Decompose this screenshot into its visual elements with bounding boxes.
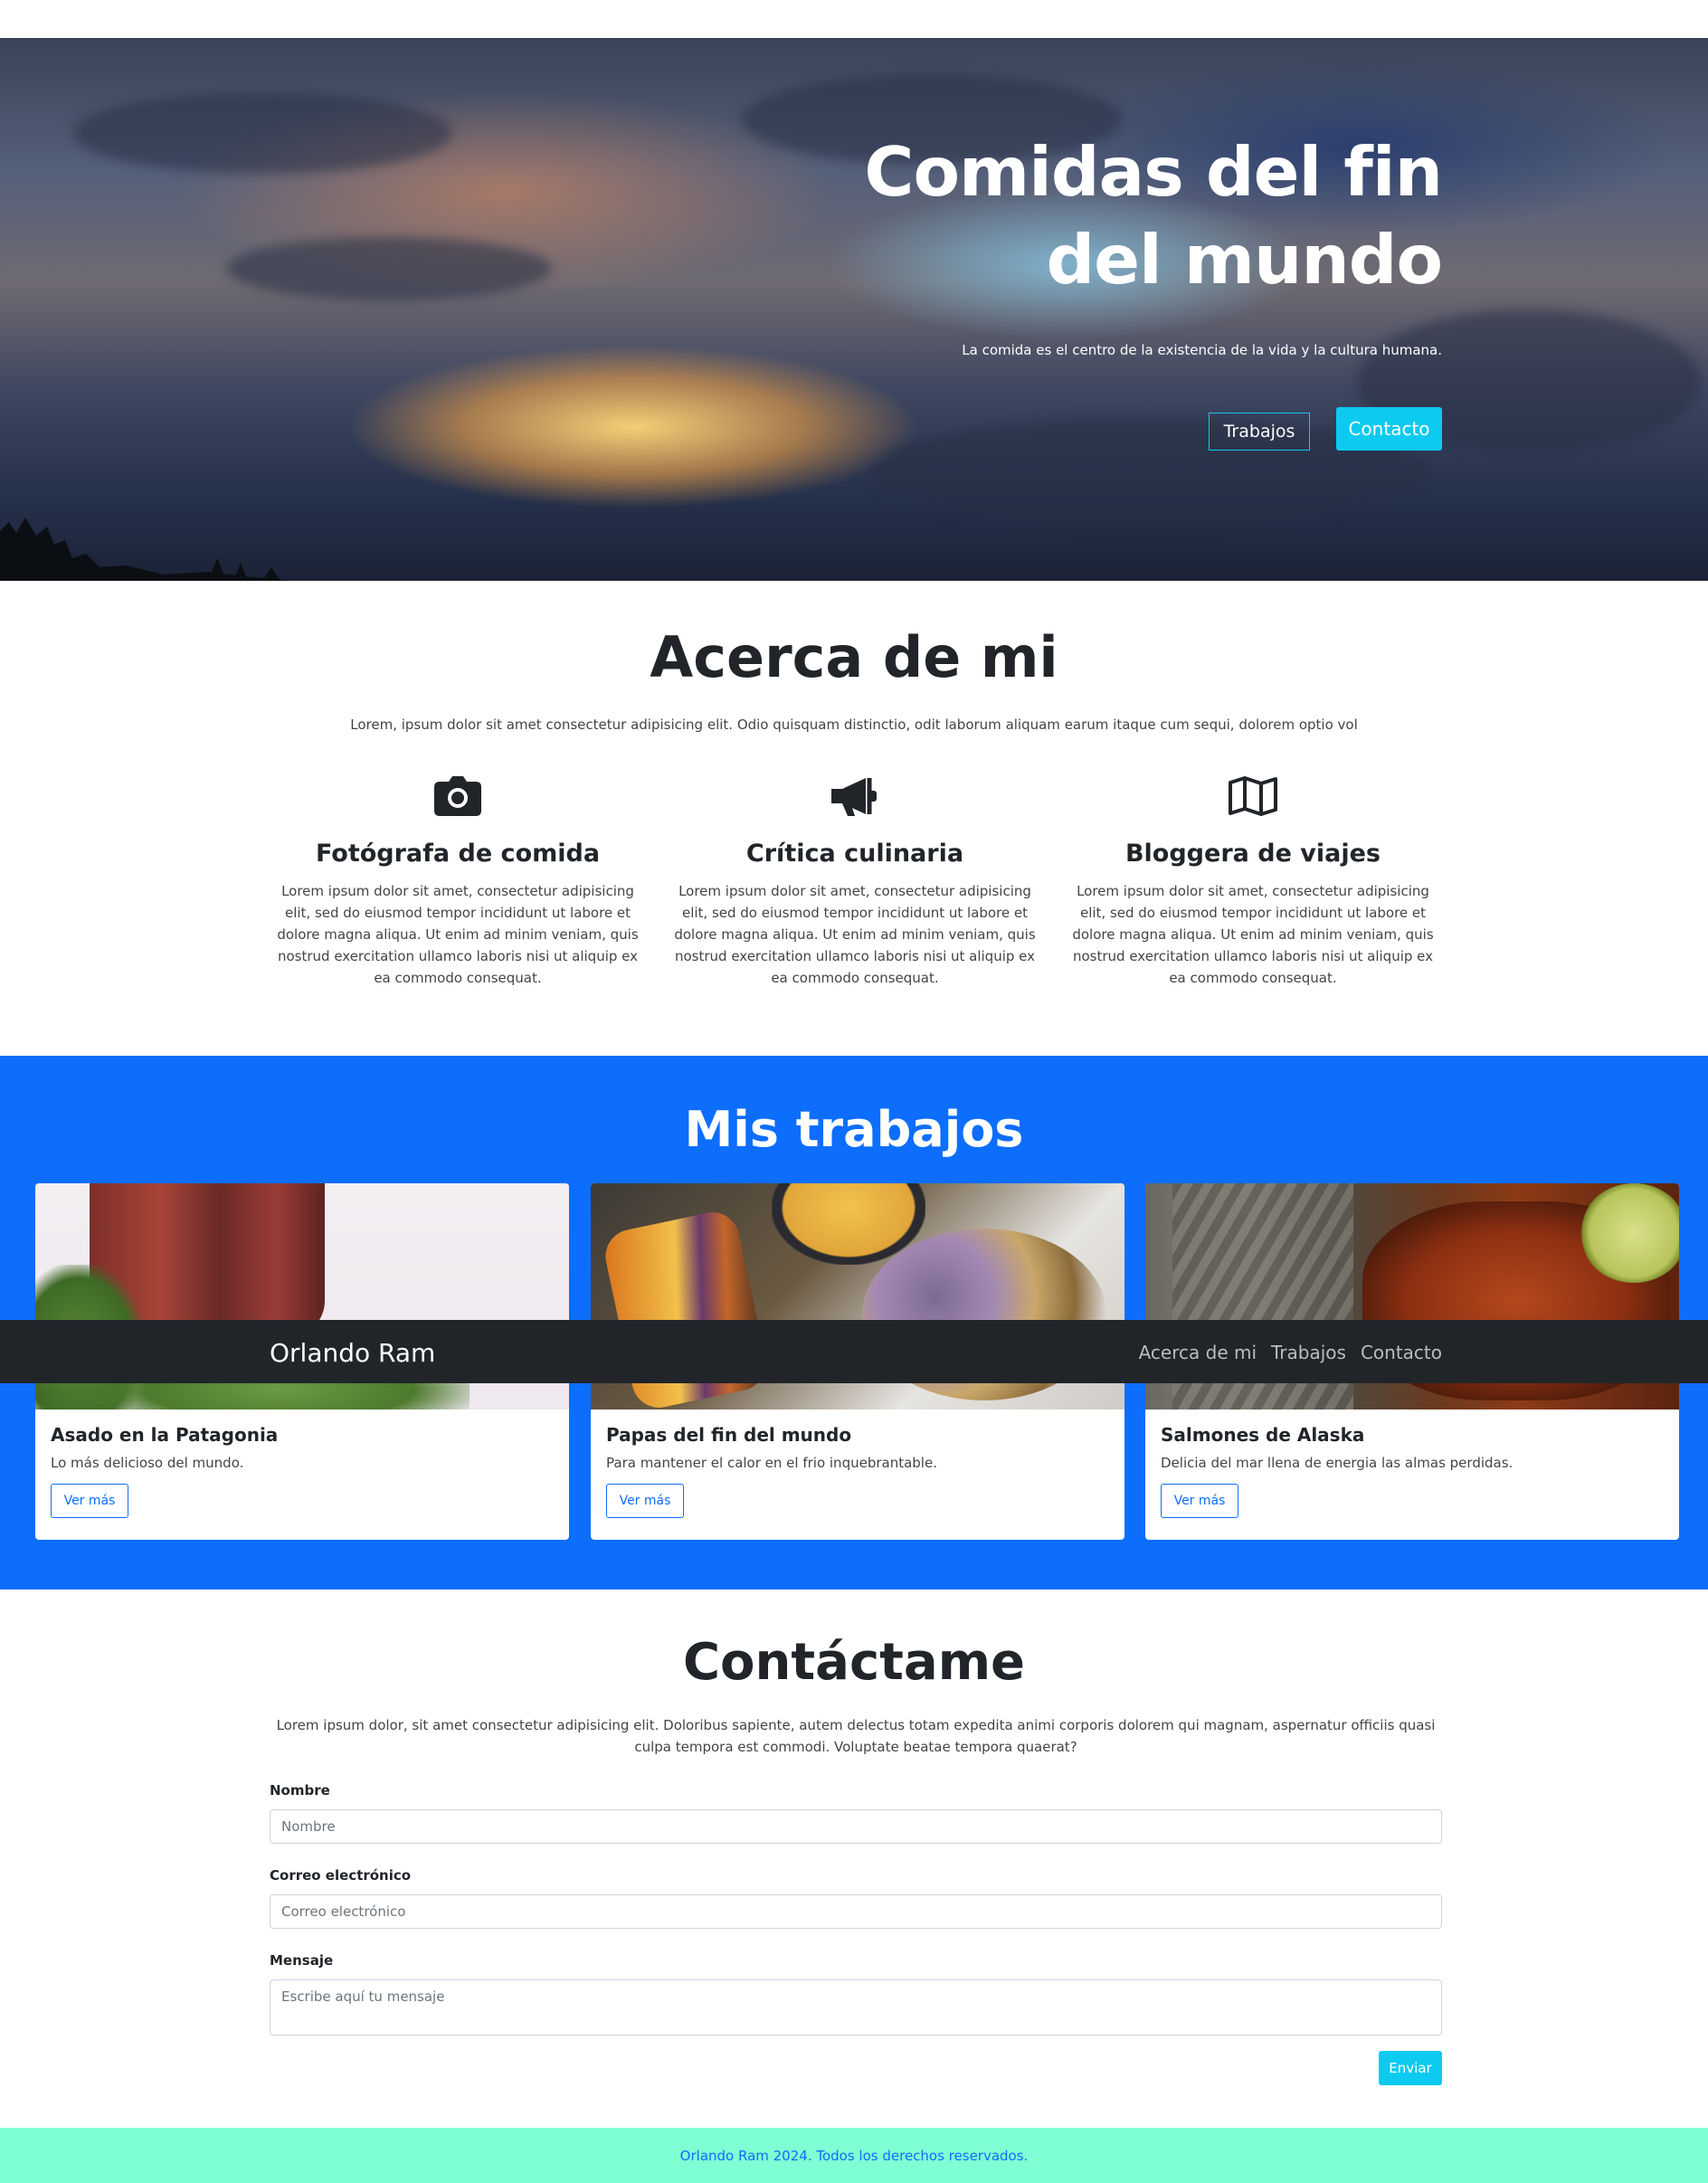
about-column-photographer: Fotógrafa de comida Lorem ipsum dolor si… (268, 769, 648, 989)
work-card-text: Lo más delicioso del mundo. (51, 1455, 244, 1471)
navbar: Orlando Ram Acerca de mi Trabajos Contac… (0, 1320, 1708, 1383)
about-column-title: Crítica culinaria (745, 840, 964, 868)
about-column-title: Bloggera de viajes (1124, 840, 1381, 868)
map-icon (1063, 769, 1443, 823)
about-column-text: Lorem ipsum dolor sit amet, consectetur … (1072, 883, 1434, 986)
hero-cloud (72, 92, 452, 174)
contact-title: Contáctame (682, 1633, 1026, 1692)
trees-silhouette (0, 517, 289, 581)
about-column-critic: Crítica culinaria Lorem ipsum dolor sit … (665, 769, 1045, 989)
hero-cloud (226, 237, 552, 300)
nav-links: Acerca de mi Trabajos Contacto (1139, 1342, 1442, 1363)
work-card-text: Para mantener el calor en el frio inqueb… (606, 1455, 937, 1471)
about-title: Acerca de mi (650, 624, 1058, 690)
about-column-text: Lorem ipsum dolor sit amet, consectetur … (674, 883, 1036, 986)
nav-link-contact[interactable]: Contacto (1361, 1342, 1442, 1363)
navbar-brand[interactable]: Orlando Ram (270, 1338, 435, 1368)
hero-title-line2: del mundo (1046, 220, 1443, 299)
footer: Orlando Ram 2024. Todos los derechos res… (0, 2128, 1708, 2183)
email-input[interactable]: Correo electrónico (270, 1894, 1442, 1929)
footer-text: Orlando Ram 2024. Todos los derechos res… (679, 2147, 1029, 2164)
about-column-travel: Bloggera de viajes Lorem ipsum dolor sit… (1063, 769, 1443, 989)
email-label: Correo electrónico (270, 1867, 412, 1884)
see-more-button[interactable]: Ver más (1161, 1484, 1238, 1518)
camera-icon (268, 769, 648, 823)
message-label: Mensaje (270, 1952, 334, 1969)
name-input[interactable]: Nombre (270, 1809, 1442, 1844)
about-column-title: Fotógrafa de comida (315, 840, 601, 868)
work-card-title: Asado en la Patagonia (51, 1424, 279, 1446)
hero-section: Comidas del fin del mundo La comida es e… (0, 38, 1708, 581)
nav-link-about[interactable]: Acerca de mi (1139, 1342, 1257, 1363)
works-button[interactable]: Trabajos (1209, 413, 1310, 451)
work-card-text: Delicia del mar llena de energia las alm… (1161, 1455, 1513, 1471)
name-label: Nombre (270, 1782, 330, 1799)
contact-button[interactable]: Contacto (1336, 407, 1442, 451)
works-title: Mis trabajos (684, 1101, 1024, 1158)
nav-link-works[interactable]: Trabajos (1271, 1342, 1346, 1363)
see-more-button[interactable]: Ver más (606, 1484, 684, 1518)
contact-lead: Lorem ipsum dolor, sit amet consectetur … (276, 1717, 1436, 1755)
hero-title: Comidas del fin del mundo (809, 128, 1443, 304)
hero-subtitle: La comida es el centro de la existencia … (962, 342, 1442, 358)
work-card-title: Papas del fin del mundo (606, 1424, 852, 1446)
about-lead: Lorem, ipsum dolor sit amet consectetur … (350, 717, 1358, 733)
send-button[interactable]: Enviar (1379, 2051, 1442, 2085)
hero-title-line1: Comidas del fin (864, 132, 1443, 212)
megaphone-icon (665, 769, 1045, 823)
message-textarea[interactable]: Escribe aquí tu mensaje (270, 1979, 1442, 2036)
about-column-text: Lorem ipsum dolor sit amet, consectetur … (277, 883, 639, 986)
work-card-title: Salmones de Alaska (1161, 1424, 1365, 1446)
see-more-button[interactable]: Ver más (51, 1484, 128, 1518)
